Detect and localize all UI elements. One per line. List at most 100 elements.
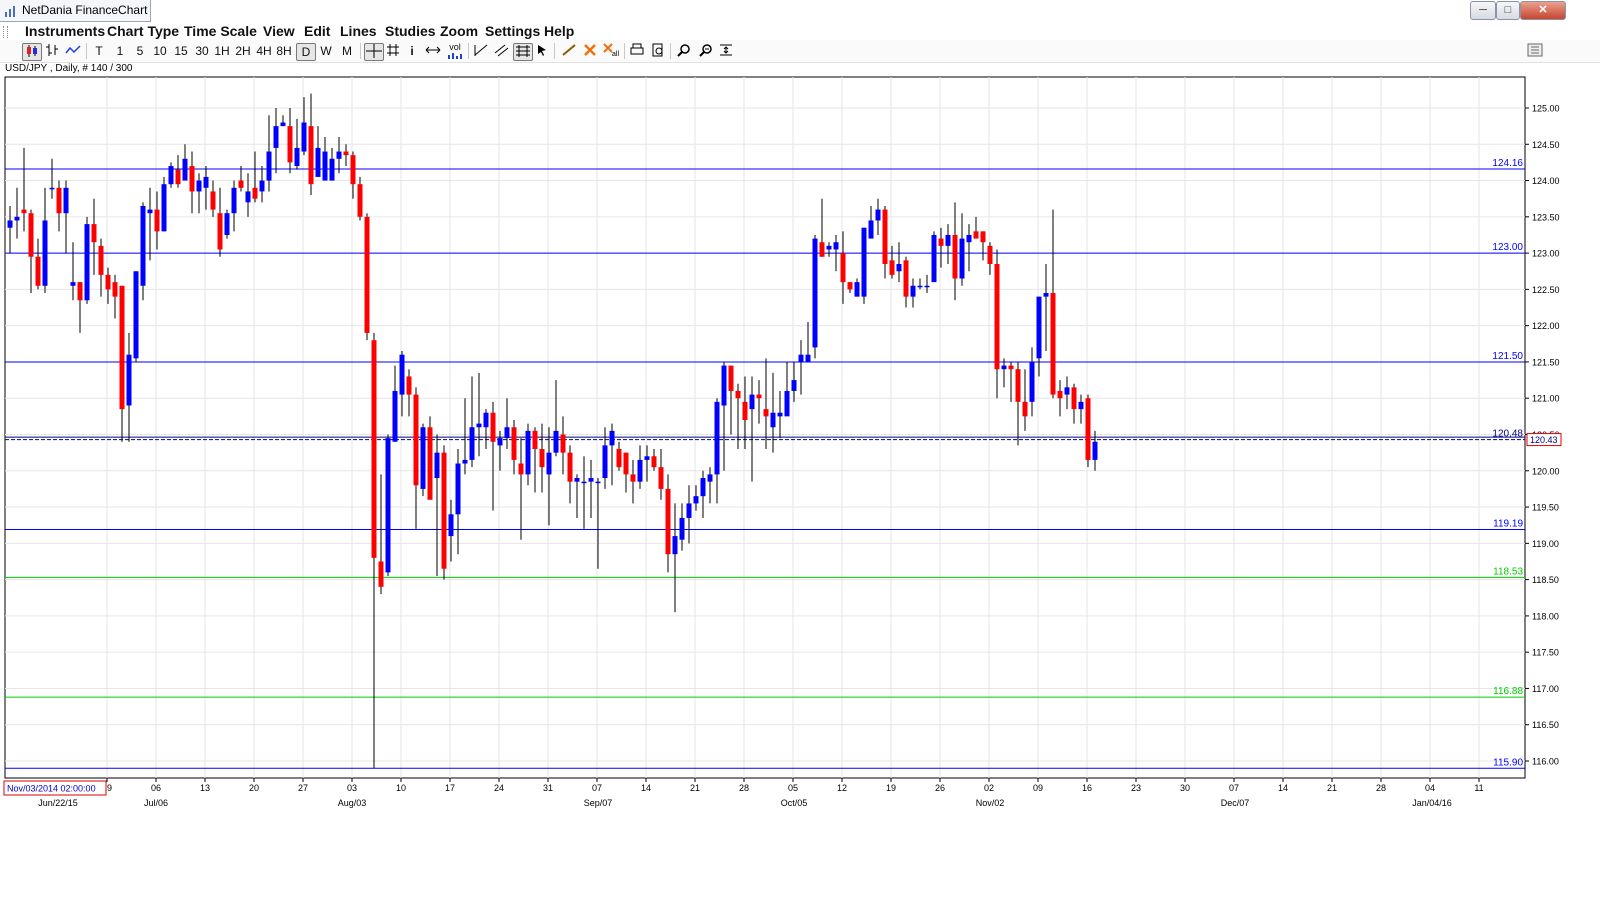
x-day-label: 11 (1474, 783, 1483, 793)
x-day-label: 10 (396, 783, 406, 793)
candle-body (623, 452, 629, 475)
candle-body (959, 238, 965, 279)
y-tick-label: 122.00 (1532, 321, 1560, 331)
candle-body (861, 227, 867, 297)
candle-body (98, 245, 104, 275)
candle-body (609, 430, 615, 446)
candle-body (504, 427, 510, 439)
candle-body (966, 234, 972, 243)
candle-body (350, 155, 356, 185)
candle-body (175, 169, 181, 185)
candle-body (35, 256, 41, 286)
candle-body (490, 412, 496, 442)
level-label: 124.16 (1492, 158, 1523, 169)
candle-body (455, 463, 461, 515)
candle-body (511, 427, 517, 460)
level-label: 121.50 (1492, 351, 1523, 362)
candle-body (924, 285, 930, 288)
candle-body (665, 488, 671, 555)
x-month-label: Aug/03 (338, 798, 367, 808)
candle-body (903, 260, 909, 297)
x-month-label: Jan/04/16 (1412, 798, 1452, 808)
candle-body (735, 390, 741, 399)
current-price-label: 120.43 (1530, 435, 1558, 445)
candle-body (882, 209, 888, 264)
candle-body (728, 365, 734, 391)
candle-body (385, 438, 391, 573)
x-day-label: 03 (347, 783, 357, 793)
x-day-label: 31 (543, 783, 553, 793)
y-tick-label: 124.50 (1532, 140, 1560, 150)
candle-body (357, 184, 363, 217)
x-day-label: 27 (298, 783, 308, 793)
candle-body (448, 514, 454, 537)
candle-body (819, 242, 825, 257)
x-month-label: Jul/06 (144, 798, 168, 808)
candle-body (742, 401, 748, 420)
candle-body (371, 340, 377, 558)
candle-body (1071, 387, 1077, 410)
candle-body (917, 285, 923, 288)
candle-body (203, 176, 209, 188)
candle-body (1015, 369, 1021, 402)
candle-body (812, 238, 818, 348)
candle-body (280, 122, 286, 127)
candle-body (1008, 365, 1014, 370)
candle-body (196, 180, 202, 192)
candle-body (266, 151, 272, 181)
candle-body (532, 430, 538, 450)
candle-body (77, 282, 83, 301)
candle-body (168, 166, 174, 185)
candle-body (567, 452, 573, 482)
candle-body (49, 187, 55, 190)
y-tick-label: 119.00 (1532, 539, 1559, 549)
candle-body (560, 434, 566, 453)
candle-body (714, 401, 720, 475)
y-tick-label: 121.50 (1532, 357, 1560, 367)
candle-body (140, 205, 146, 286)
y-tick-label: 117.50 (1532, 648, 1559, 658)
candle-body (1092, 441, 1098, 460)
candle-body (28, 213, 34, 257)
candle-body (91, 224, 97, 243)
candle-body (630, 474, 636, 482)
candle-body (763, 409, 769, 417)
candle-body (588, 478, 594, 482)
candlestick-chart[interactable]: 124.16 123.00 121.50 119.19 118.53 116.88 115.… (0, 0, 1600, 900)
x-day-label: 06 (151, 783, 161, 793)
candle-body (658, 467, 664, 489)
candle-body (581, 481, 587, 484)
candle-body (231, 187, 237, 214)
candle-body (294, 147, 300, 167)
candle-body (399, 354, 405, 395)
y-tick-label: 118.50 (1532, 575, 1559, 585)
candle-body (889, 260, 895, 275)
x-day-label: 17 (445, 783, 455, 793)
candle-body (616, 449, 622, 468)
candle-body (1029, 361, 1035, 402)
candle-body (1022, 401, 1028, 417)
candle-body (805, 354, 811, 362)
x-month-label: Oct/05 (781, 798, 808, 808)
candle-body (826, 245, 832, 250)
candle-body (462, 459, 468, 464)
candle-body (406, 376, 412, 395)
level-label: 118.53 (1493, 566, 1523, 577)
current-price-overlay-label: 120.48 (1492, 429, 1523, 440)
candle-body (105, 274, 111, 290)
candle-body (84, 224, 90, 301)
candle-body (182, 158, 188, 181)
candle-body (651, 456, 657, 468)
candle-body (546, 452, 552, 475)
candle-body (210, 191, 216, 210)
candle-body (161, 184, 167, 232)
candle-body (336, 151, 342, 159)
candle-body (798, 354, 804, 362)
x-day-label: 24 (494, 783, 504, 793)
candle-body (441, 452, 447, 569)
candle-body (637, 459, 643, 482)
candle-body (483, 412, 489, 428)
candle-body (686, 503, 692, 518)
candle-body (896, 263, 902, 272)
candle-body (119, 285, 125, 410)
